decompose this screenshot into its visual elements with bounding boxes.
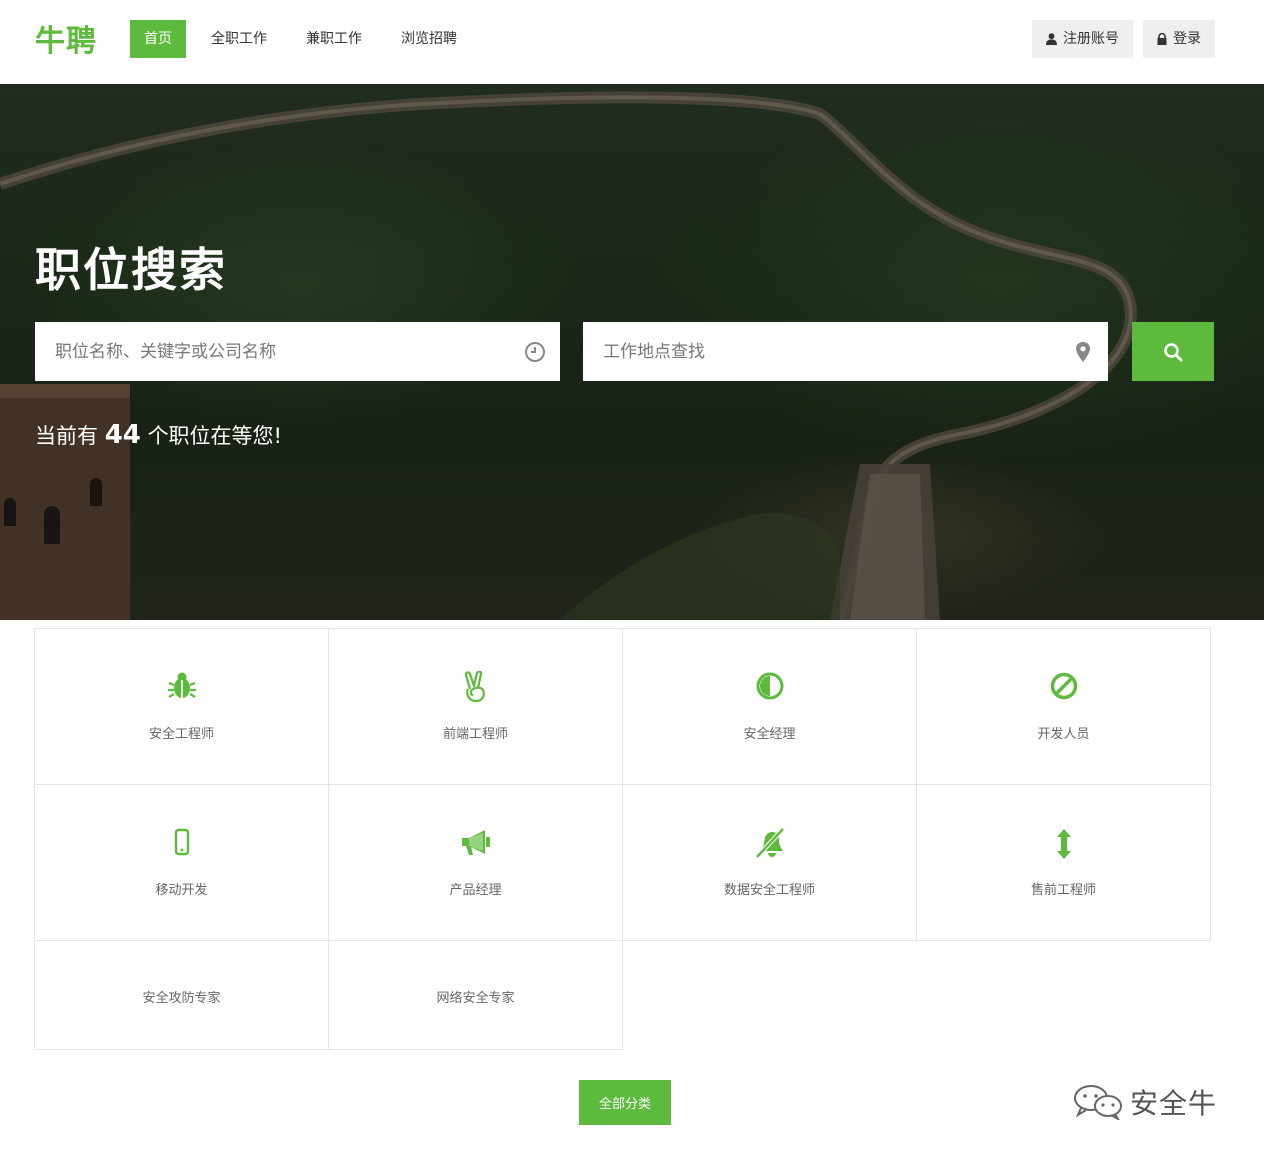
watermark: 安全牛	[1072, 1082, 1217, 1122]
mobile-icon	[174, 828, 189, 856]
category-item[interactable]: 安全工程师	[34, 628, 329, 785]
category-label: 售前工程师	[1030, 883, 1096, 898]
category-item[interactable]: 移动开发	[34, 784, 329, 941]
category-item[interactable]: 售前工程师	[916, 784, 1211, 941]
search-button[interactable]	[1132, 322, 1214, 381]
job-count-prefix: 当前有	[35, 424, 98, 448]
job-count-text: 当前有 44 个职位在等您!	[35, 420, 282, 450]
top-header: 牛聘 首页 全职工作 兼职工作 浏览招聘 注册账号 登录	[0, 0, 1264, 84]
bullhorn-icon	[461, 830, 490, 855]
category-label: 前端工程师	[442, 727, 508, 742]
category-label: 安全工程师	[148, 727, 214, 742]
keyword-search-box	[35, 322, 560, 381]
nav-item-browse[interactable]: 浏览招聘	[387, 20, 471, 58]
bell-slash-icon	[754, 827, 785, 859]
category-item[interactable]: 前端工程师	[328, 628, 623, 785]
user-icon	[1046, 33, 1057, 45]
register-label: 注册账号	[1063, 31, 1119, 47]
all-categories-button[interactable]: 全部分类	[579, 1080, 671, 1125]
nav-item-fulltime[interactable]: 全职工作	[197, 20, 281, 58]
category-label: 产品经理	[449, 883, 502, 898]
hero-banner: 职位搜索 当前有 44 个职位在等您!	[0, 84, 1264, 620]
lock-icon	[1157, 33, 1167, 45]
category-label: 移动开发	[155, 883, 208, 898]
category-label: 网络安全专家	[436, 991, 515, 1006]
category-label: 安全经理	[743, 727, 796, 742]
main-nav: 首页 全职工作 兼职工作 浏览招聘	[130, 20, 482, 58]
watermark-text: 安全牛	[1130, 1087, 1218, 1120]
register-button[interactable]: 注册账号	[1032, 20, 1133, 58]
category-item[interactable]: 开发人员	[916, 628, 1211, 785]
map-marker-icon	[1058, 341, 1108, 363]
location-search-box	[583, 322, 1108, 381]
auth-buttons: 注册账号 登录	[1022, 20, 1215, 58]
clock-icon	[510, 341, 560, 363]
job-count-value: 44	[104, 420, 141, 450]
location-search-input[interactable]	[583, 322, 1058, 381]
category-item[interactable]: 安全经理	[622, 628, 917, 785]
ban-icon	[1050, 672, 1077, 700]
keyword-search-input[interactable]	[35, 322, 510, 381]
category-label: 安全攻防专家	[142, 991, 221, 1006]
wechat-icon	[1074, 1085, 1122, 1120]
bug-icon	[167, 672, 196, 698]
victory-hand-icon	[464, 671, 485, 703]
category-label: 数据安全工程师	[723, 883, 815, 898]
nav-item-home[interactable]: 首页	[130, 20, 186, 58]
half-circle-icon	[756, 672, 783, 700]
job-count-suffix: 个职位在等您!	[147, 424, 282, 448]
login-label: 登录	[1173, 31, 1201, 47]
search-icon	[1164, 342, 1183, 361]
category-item[interactable]: 数据安全工程师	[622, 784, 917, 941]
category-label: 开发人员	[1037, 727, 1090, 742]
site-logo[interactable]: 牛聘	[35, 16, 97, 60]
login-button[interactable]: 登录	[1143, 20, 1215, 58]
category-item[interactable]: 产品经理	[328, 784, 623, 941]
category-item[interactable]: 网络安全专家	[328, 940, 623, 1050]
arrows-vertical-icon	[1056, 829, 1071, 859]
hero-title: 职位搜索	[35, 243, 227, 297]
nav-item-parttime[interactable]: 兼职工作	[292, 20, 376, 58]
category-item[interactable]: 安全攻防专家	[34, 940, 329, 1050]
